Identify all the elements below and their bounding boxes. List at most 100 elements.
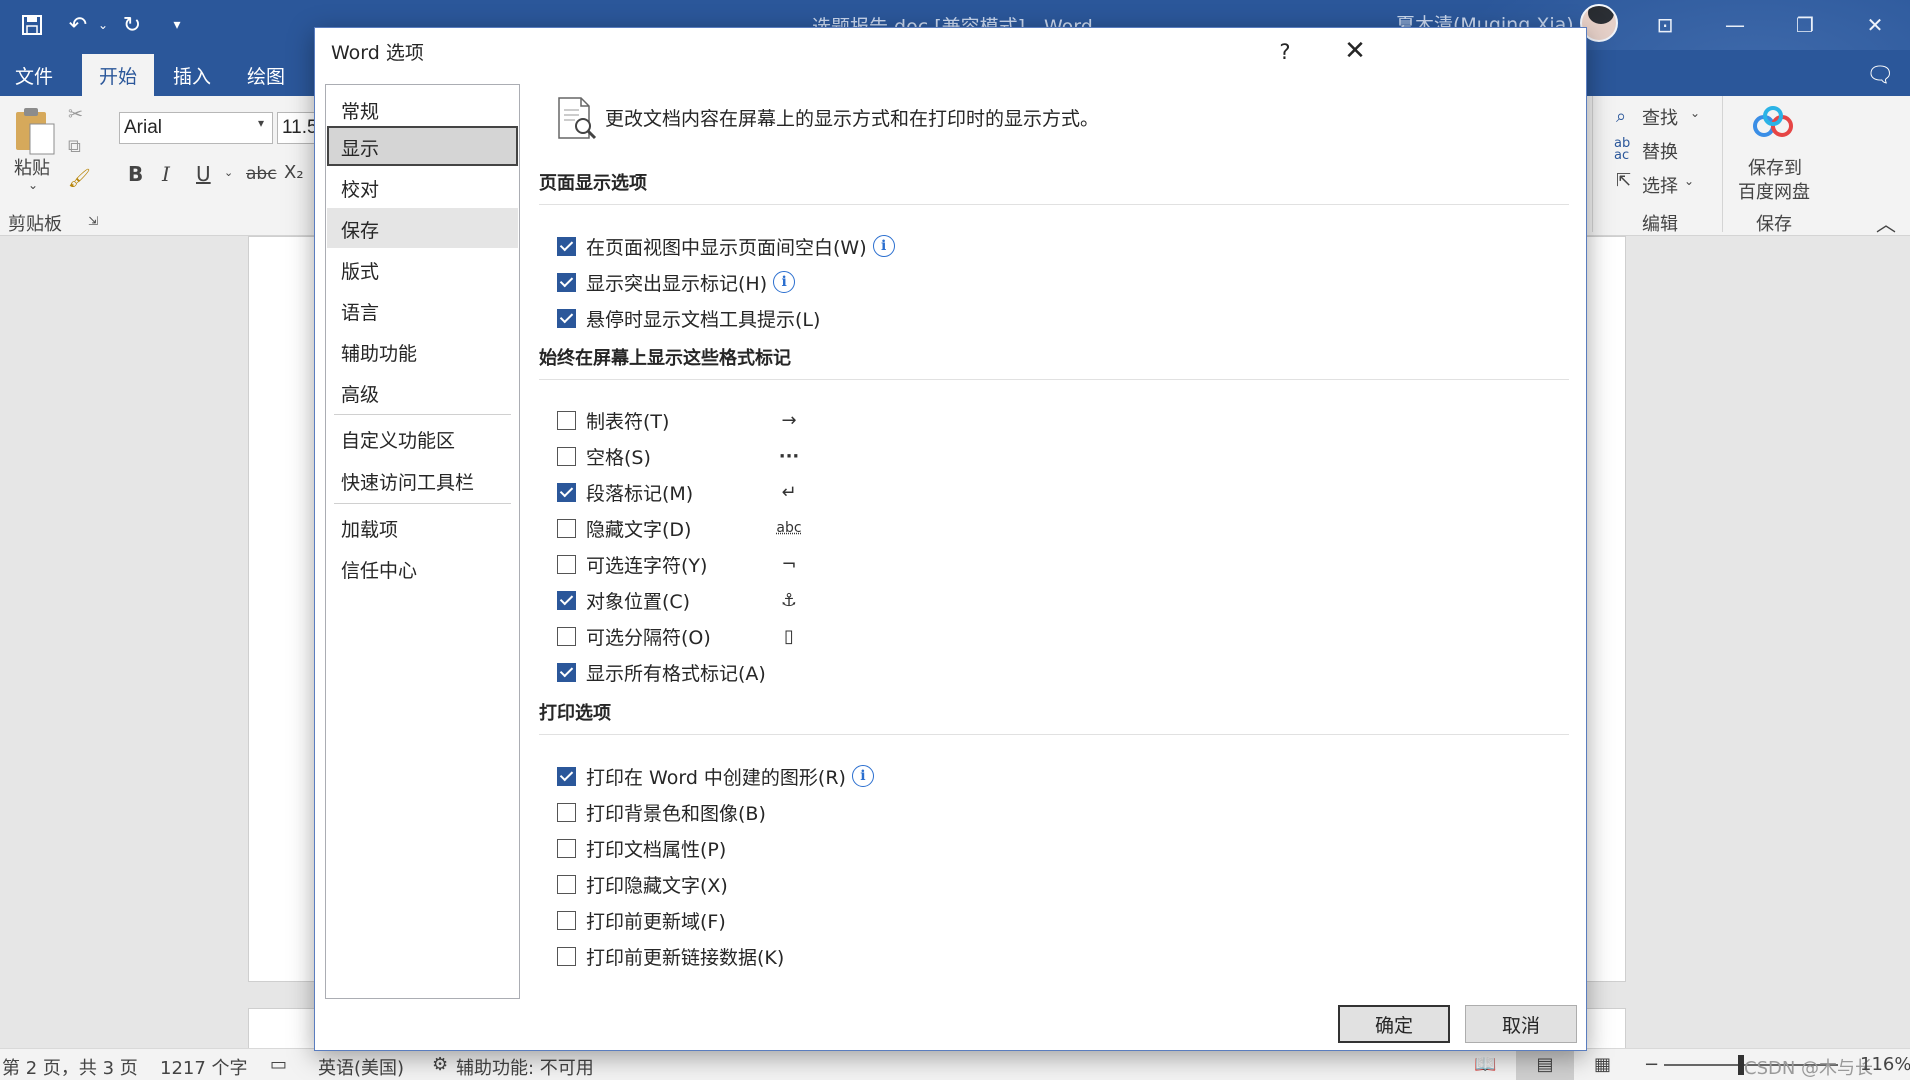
nav-item-quick-access-toolbar[interactable]: 快速访问工具栏 (327, 460, 518, 500)
page-info[interactable]: 第 2 页，共 3 页 (2, 1054, 138, 1080)
checkbox[interactable] (557, 410, 576, 430)
select-dropdown-icon[interactable]: ⌄ (1684, 174, 1694, 188)
undo-dropdown-icon[interactable]: ⌄ (96, 0, 110, 50)
nav-item-language[interactable]: 语言 (327, 290, 518, 330)
print-layout-icon[interactable]: ▤ (1516, 1049, 1574, 1080)
option-show-all-marks[interactable]: 显示所有格式标记(A) (557, 658, 766, 686)
nav-item-trust-center[interactable]: 信任中心 (327, 548, 518, 588)
option-optional-hyphens[interactable]: 可选连字符(Y) (557, 550, 707, 578)
nav-item-save[interactable]: 保存 (327, 208, 518, 248)
cancel-button[interactable]: 取消 (1465, 1005, 1577, 1043)
find-button[interactable]: 查找 (1642, 104, 1678, 130)
bold-button[interactable]: B (128, 162, 143, 186)
paste-dropdown-icon[interactable]: ⌄ (28, 178, 38, 192)
option-print-properties[interactable]: 打印文档属性(P) (557, 834, 726, 862)
tab-draw[interactable]: 绘图 (232, 54, 300, 96)
option-print-background[interactable]: 打印背景色和图像(B) (557, 798, 766, 826)
help-icon[interactable]: ? (1265, 34, 1305, 70)
select-button[interactable]: 选择 (1642, 172, 1678, 198)
nav-item-display[interactable]: 显示 (327, 126, 518, 166)
window-close-icon[interactable]: ✕ (1840, 0, 1910, 50)
save-icon[interactable] (14, 0, 50, 50)
copy-icon[interactable]: ⧉ (68, 136, 81, 157)
nav-item-accessibility[interactable]: 辅助功能 (327, 331, 518, 371)
cut-icon[interactable]: ✂ (68, 104, 83, 125)
option-paragraph-marks[interactable]: 段落标记(M) (557, 478, 693, 506)
replace-icon[interactable]: ab ac (1614, 137, 1630, 162)
baidu-cloud-icon[interactable] (1752, 106, 1794, 145)
checkbox[interactable] (557, 236, 576, 256)
find-dropdown-icon[interactable]: ⌄ (1690, 106, 1700, 120)
read-mode-icon[interactable]: 📖 (1474, 1054, 1496, 1075)
web-layout-icon[interactable]: ▦ (1594, 1054, 1611, 1075)
option-print-drawings[interactable]: 打印在 Word 中创建的图形(R) i (557, 762, 874, 790)
info-icon[interactable]: i (872, 235, 895, 257)
info-icon[interactable]: i (851, 765, 874, 787)
tab-insert[interactable]: 插入 (158, 54, 226, 96)
collapse-ribbon-icon[interactable]: ︿ (1876, 208, 1896, 237)
checkbox[interactable] (557, 308, 576, 328)
ribbon-display-icon[interactable]: ⊡ (1630, 0, 1700, 50)
zoom-out-icon[interactable]: − (1644, 1054, 1659, 1075)
paste-icon[interactable] (12, 106, 56, 161)
nav-item-advanced[interactable]: 高级 (327, 372, 518, 412)
option-show-highlighter[interactable]: 显示突出显示标记(H) i (557, 268, 796, 296)
nav-item-layout[interactable]: 版式 (327, 249, 518, 289)
nav-item-customize-ribbon[interactable]: 自定义功能区 (327, 418, 518, 458)
option-update-linked-data[interactable]: 打印前更新链接数据(K) (557, 942, 784, 970)
zoom-level[interactable]: 116% (1860, 1054, 1910, 1075)
clipboard-launcher-icon[interactable]: ⇲ (88, 214, 98, 228)
nav-item-add-ins[interactable]: 加载项 (327, 507, 518, 547)
checkbox[interactable] (557, 590, 576, 610)
proofing-icon[interactable]: ▭ (270, 1054, 287, 1075)
option-hidden-text[interactable]: 隐藏文字(D) (557, 514, 691, 542)
option-update-fields[interactable]: 打印前更新域(F) (557, 906, 726, 934)
option-object-anchors[interactable]: 对象位置(C) (557, 586, 690, 614)
nav-item-proofing[interactable]: 校对 (327, 167, 518, 207)
replace-button[interactable]: 替换 (1642, 138, 1678, 164)
tab-file[interactable]: 文件 (0, 54, 68, 96)
redo-icon[interactable]: ↻ (114, 0, 150, 50)
undo-icon[interactable]: ↶ (58, 0, 98, 50)
accessibility-icon[interactable]: ⚙ (432, 1054, 448, 1075)
underline-button[interactable]: U (196, 162, 211, 186)
subscript-button[interactable]: X₂ (284, 162, 304, 183)
checkbox[interactable] (557, 662, 576, 682)
font-name-box[interactable]: Arial (119, 112, 273, 144)
checkbox[interactable] (557, 518, 576, 538)
language-status[interactable]: 英语(美国) (318, 1054, 404, 1080)
checkbox[interactable] (557, 874, 576, 894)
option-show-tooltips[interactable]: 悬停时显示文档工具提示(L) (557, 304, 820, 332)
checkbox[interactable] (557, 910, 576, 930)
option-show-whitespace[interactable]: 在页面视图中显示页面间空白(W) i (557, 232, 895, 260)
option-spaces[interactable]: 空格(S) (557, 442, 651, 470)
checkbox[interactable] (557, 626, 576, 646)
option-optional-breaks[interactable]: 可选分隔符(O) (557, 622, 711, 650)
option-tab-characters[interactable]: 制表符(T) (557, 406, 669, 434)
option-print-hidden-text[interactable]: 打印隐藏文字(X) (557, 870, 728, 898)
checkbox[interactable] (557, 554, 576, 574)
checkbox[interactable] (557, 446, 576, 466)
tab-home[interactable]: 开始 (82, 54, 154, 96)
close-icon[interactable]: ✕ (1335, 32, 1375, 70)
font-name-dropdown-icon[interactable]: ▾ (258, 116, 264, 130)
checkbox[interactable] (557, 802, 576, 822)
minimize-icon[interactable]: — (1700, 0, 1770, 50)
checkbox[interactable] (557, 482, 576, 502)
font-size-box[interactable]: 11.5 (277, 112, 315, 144)
checkbox[interactable] (557, 766, 576, 786)
paste-label[interactable]: 粘贴 (14, 154, 50, 180)
select-icon[interactable]: ⇱ (1616, 170, 1631, 191)
accessibility-status[interactable]: 辅助功能: 不可用 (456, 1054, 594, 1080)
format-painter-icon[interactable]: 🖌 (68, 168, 91, 189)
checkbox[interactable] (557, 838, 576, 858)
checkbox[interactable] (557, 946, 576, 966)
customize-qat-icon[interactable]: ▾ (164, 0, 190, 50)
ok-button[interactable]: 确定 (1338, 1005, 1450, 1043)
italic-button[interactable]: I (162, 162, 170, 186)
nav-item-general[interactable]: 常规 (327, 89, 518, 129)
save-cloud-label-1[interactable]: 保存到 (1748, 154, 1802, 180)
checkbox[interactable] (557, 272, 576, 292)
restore-icon[interactable]: ❐ (1770, 0, 1840, 50)
info-icon[interactable]: i (773, 271, 796, 293)
